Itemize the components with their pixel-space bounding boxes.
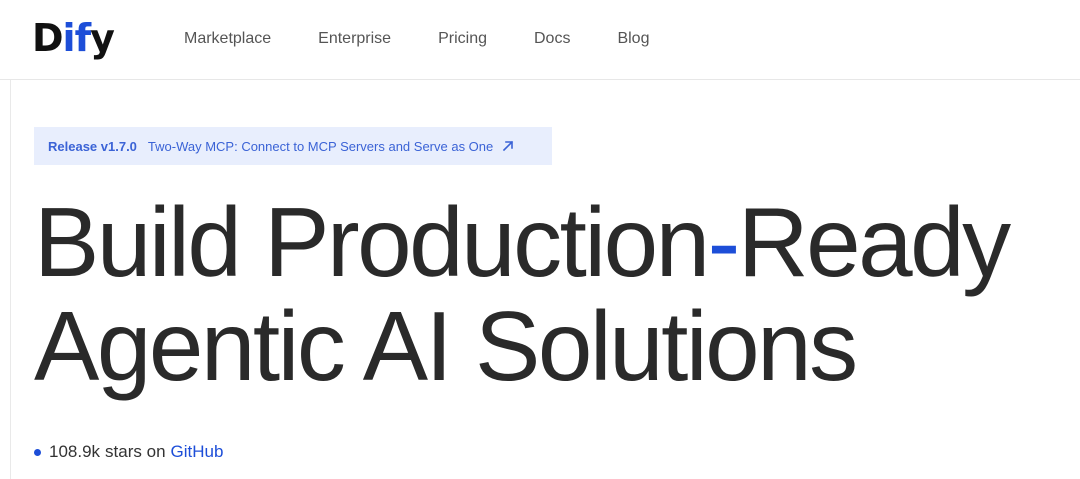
nav-link-enterprise[interactable]: Enterprise bbox=[318, 28, 391, 50]
nav-link-marketplace[interactable]: Marketplace bbox=[184, 28, 271, 50]
logo-text-prefix: D bbox=[32, 16, 64, 60]
headline-dash: - bbox=[707, 187, 741, 297]
top-navigation-bar: Dify Marketplace Enterprise Pricing Docs… bbox=[0, 0, 1080, 80]
main-nav: Marketplace Enterprise Pricing Docs Blog bbox=[184, 28, 696, 50]
release-version-tag: Release v1.7.0 bbox=[48, 138, 137, 154]
release-message: Two-Way MCP: Connect to MCP Servers and … bbox=[147, 138, 494, 154]
nav-link-pricing[interactable]: Pricing bbox=[438, 28, 487, 50]
release-announcement-banner[interactable]: Release v1.7.0 Two-Way MCP: Connect to M… bbox=[34, 127, 552, 165]
headline-line1-part2: Ready bbox=[737, 187, 1011, 297]
github-stars: 108.9k stars on GitHub bbox=[34, 442, 223, 462]
nav-link-docs[interactable]: Docs bbox=[534, 28, 570, 50]
headline-line1-part1: Build Production bbox=[34, 187, 710, 297]
logo-text-suffix: y bbox=[90, 16, 115, 60]
github-stars-text: stars on bbox=[105, 442, 166, 461]
arrow-up-right-icon bbox=[503, 140, 514, 152]
content-frame-border bbox=[10, 80, 11, 479]
dify-logo[interactable]: Dify bbox=[32, 14, 115, 62]
hero-headline: Build Production-Ready Agentic AI Soluti… bbox=[34, 187, 1011, 401]
bullet-dot-icon bbox=[34, 448, 41, 456]
github-link[interactable]: GitHub bbox=[171, 442, 224, 462]
logo-text-accent: if bbox=[62, 16, 92, 60]
headline-line2: Agentic AI Solutions bbox=[34, 291, 858, 401]
nav-link-blog[interactable]: Blog bbox=[617, 28, 649, 50]
github-star-count: 108.9k bbox=[49, 442, 101, 461]
